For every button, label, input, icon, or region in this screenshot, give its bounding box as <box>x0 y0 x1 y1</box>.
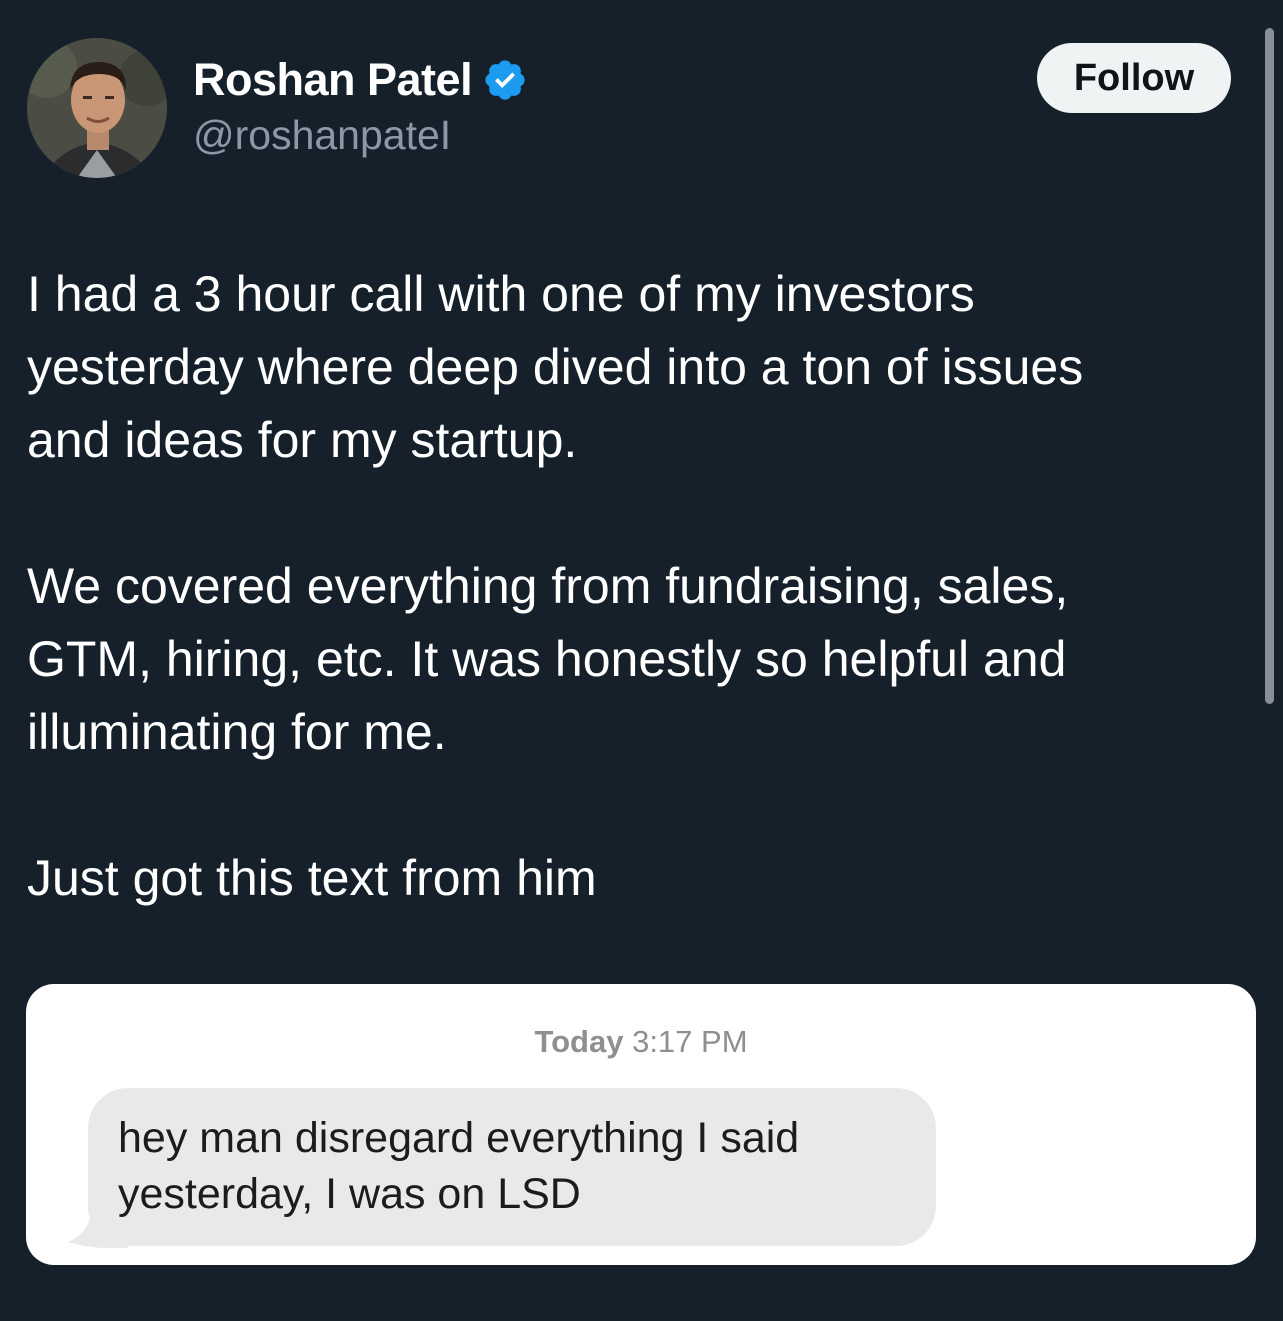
author-name[interactable]: Roshan Patel <box>193 54 473 106</box>
avatar[interactable] <box>27 38 167 178</box>
timestamp-time: 3:17 PM <box>632 1024 748 1059</box>
message-timestamp: Today 3:17 PM <box>26 1024 1256 1060</box>
scrollbar[interactable] <box>1265 28 1274 704</box>
tweet-paragraph: We covered everything from fundraising, … <box>27 558 1069 760</box>
verified-badge-icon[interactable] <box>482 57 528 103</box>
timestamp-day: Today <box>534 1024 624 1059</box>
author-name-row: Roshan Patel <box>193 52 528 108</box>
author-handle[interactable]: @roshanpateI <box>193 112 451 159</box>
message-bubble: hey man disregard everything I said yest… <box>88 1088 936 1246</box>
tweet-media-image[interactable]: Today 3:17 PM hey man disregard everythi… <box>26 984 1256 1265</box>
follow-button[interactable]: Follow <box>1037 43 1231 113</box>
tweet-text: I had a 3 hour call with one of my inves… <box>27 258 1232 915</box>
tweet-paragraph: I had a 3 hour call with one of my inves… <box>27 266 1084 468</box>
message-text: hey man disregard everything I said yest… <box>118 1114 800 1218</box>
tweet-paragraph: Just got this text from him <box>27 850 597 906</box>
